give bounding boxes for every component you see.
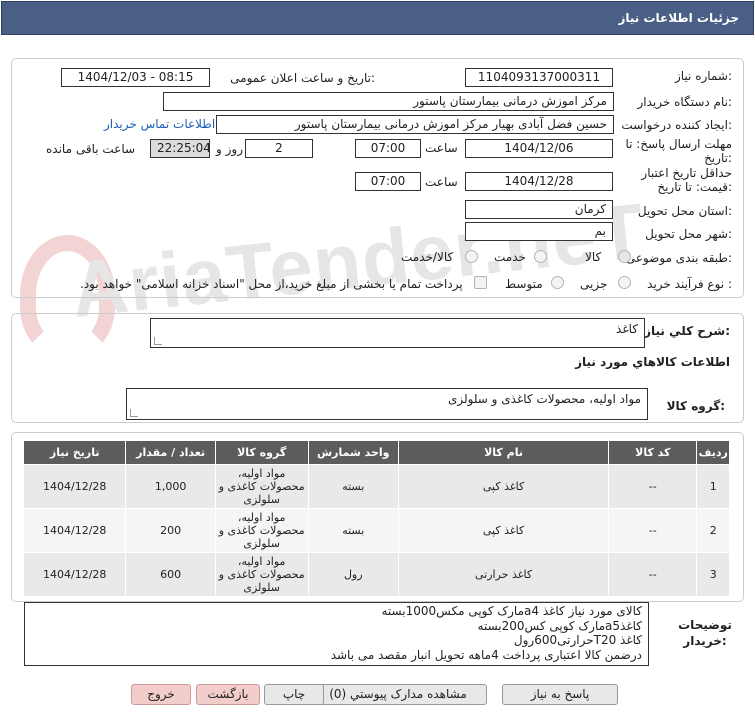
general-desc-field: کاغذ [150,318,645,348]
col-group: گروه کالا [214,440,309,465]
col-unit: واحد شمارش [307,440,399,465]
note-line: کالای مورد نیاز کاغذ a4مارک کوپی مکس1000… [381,604,643,618]
city-field: بم [465,222,613,241]
cell-name: کاغذ کپی [397,508,610,553]
category-radio-service[interactable] [534,250,547,263]
announce-datetime-field: 1404/12/03 - 08:15 [61,68,210,87]
announce-datetime-label: تاریخ و ساعت اعلان عمومی: [230,71,375,85]
cell-index: 2 [696,508,730,553]
buyer-org-field: مرکز اموزش درمانی بیمارستان پاستور [163,92,614,111]
purchase-type-label: نوع فرآیند خرید : [647,277,732,291]
remaining-time-field: 22:25:04 [150,139,210,158]
requester-field: حسین فضل آبادی بهیار مرکز اموزش درمانی ب… [216,115,614,134]
treasury-checkbox[interactable] [474,276,487,289]
note-line: درضمن کالا اعتباری پرداخت 4ماهه تحویل ان… [330,647,642,662]
cell-qty: 1,000 [125,464,216,509]
cell-date: 1404/12/28 [22,508,127,553]
cell-qty: 600 [125,552,216,597]
cell-qty: 200 [125,508,216,553]
category-option-goods: کالا [585,250,602,264]
purchase-option-medium: متوسط [505,277,543,291]
cell-unit: بسته [307,508,399,553]
reply-deadline-label: مهلت ارسال پاسخ: تا تاریخ: [625,137,732,165]
buyer-notes-label: توضیحات خریدار: [678,618,732,648]
cell-group: مواد اولیه، محصولات کاغذی و سلولزی [214,508,309,553]
need-number-field: 1104093137000311 [465,68,613,87]
province-field: کرمان [465,200,613,219]
table-row: 2 -- کاغذ کپی بسته مواد اولیه، محصولات ک… [22,508,730,553]
col-name: نام کالا [397,440,610,465]
contact-buyer-link[interactable]: اطلاعات تماس خریدار [104,117,215,131]
resize-grip-icon[interactable] [154,337,162,345]
cell-code: -- [608,552,698,597]
goods-group-text: مواد اولیه، محصولات کاغذی و سلولزی [447,392,641,406]
validity-date-field: 1404/12/28 [465,172,613,191]
col-date: تاریخ نیاز [22,440,127,465]
validity-time-field: 07:00 [355,172,421,191]
cell-date: 1404/12/28 [22,464,127,509]
cell-index: 1 [696,464,730,509]
purchase-radio-medium[interactable] [551,276,564,289]
cell-unit: رول [307,552,399,597]
purchase-option-minor: جزیی [580,277,608,291]
table-header-row: ردیف کد کالا نام کالا واحد شمارش گروه کا… [22,440,730,465]
general-desc-text: کاغذ [616,322,638,336]
remaining-label: ساعت باقی مانده [46,142,136,156]
cell-group: مواد اولیه، محصولات کاغذی و سلولزی [214,464,309,509]
city-label: شهر محل تحویل: [645,227,732,241]
buyer-org-label: نام دستگاه خریدار: [637,95,733,109]
min-validity-label: حداقل تاریخ اعتبار قیمت: تا تاریخ: [641,166,732,194]
treasury-note: پرداخت تمام یا بخشی از مبلغ خرید،از محل … [80,277,463,291]
cell-code: -- [608,464,698,509]
page-title: جزئیات اطلاعات نیاز [618,11,739,25]
note-line: کاغذ T20حرارتی600رول [513,633,642,647]
table-row: 3 -- کاغذ حرارتی رول مواد اولیه، محصولات… [22,552,730,597]
cell-group: مواد اولیه، محصولات کاغذی و سلولزی [214,552,309,597]
reply-time-label: ساعت [425,141,458,155]
days-field: 2 [245,139,313,158]
table-row: 1 -- کاغذ کپی بسته مواد اولیه، محصولات ک… [22,464,730,509]
cell-name: کاغذ کپی [397,464,610,509]
need-number-label: شماره نیاز: [674,69,732,83]
col-index: ردیف [696,440,730,465]
items-table: ردیف کد کالا نام کالا واحد شمارش گروه کا… [22,440,730,597]
category-radio-goods[interactable] [618,250,631,263]
cell-name: کاغذ حرارتی [397,552,610,597]
note-line: کاغذa5مارک کوپی کس200بسته [477,618,642,633]
back-button[interactable]: بازگشت [196,684,260,705]
requester-label: ایجاد کننده درخواست: [621,118,732,132]
goods-group-field: مواد اولیه، محصولات کاغذی و سلولزی [126,388,648,420]
page-header: جزئیات اطلاعات نیاز [1,1,754,35]
reply-date-field: 1404/12/06 [465,139,613,158]
col-qty: تعداد / مقدار [125,440,216,465]
days-label: روز و [216,142,243,156]
view-attachments-button[interactable]: مشاهده مدارک پیوستي (0) [309,684,487,705]
cell-unit: بسته [307,464,399,509]
reply-time-field: 07:00 [355,139,421,158]
category-label: طبقه بندی موضوعی: [625,251,732,265]
buyer-notes-field: کالای مورد نیاز کاغذ a4مارک کوپی مکس1000… [24,602,649,666]
validity-time-label: ساعت [425,175,458,189]
exit-button[interactable]: خروج [131,684,191,705]
goods-group-label: گروه کالا: [666,399,725,413]
reply-button[interactable]: پاسخ به نیاز [502,684,618,705]
general-desc-label: شرح كلي نياز: [644,324,730,338]
province-label: استان محل تحویل: [637,204,732,218]
category-option-goods-service: کالا/خدمت [401,250,454,264]
category-option-service: خدمت [494,250,526,264]
cell-date: 1404/12/28 [22,552,127,597]
cell-index: 3 [696,552,730,597]
category-radio-goods-service[interactable] [465,250,478,263]
print-button[interactable]: چاپ [264,684,324,705]
purchase-radio-minor[interactable] [618,276,631,289]
goods-info-heading: اطلاعات كالاهاي مورد نياز [575,355,730,369]
cell-code: -- [608,508,698,553]
col-code: کد کالا [608,440,698,465]
resize-grip-icon[interactable] [130,409,138,417]
